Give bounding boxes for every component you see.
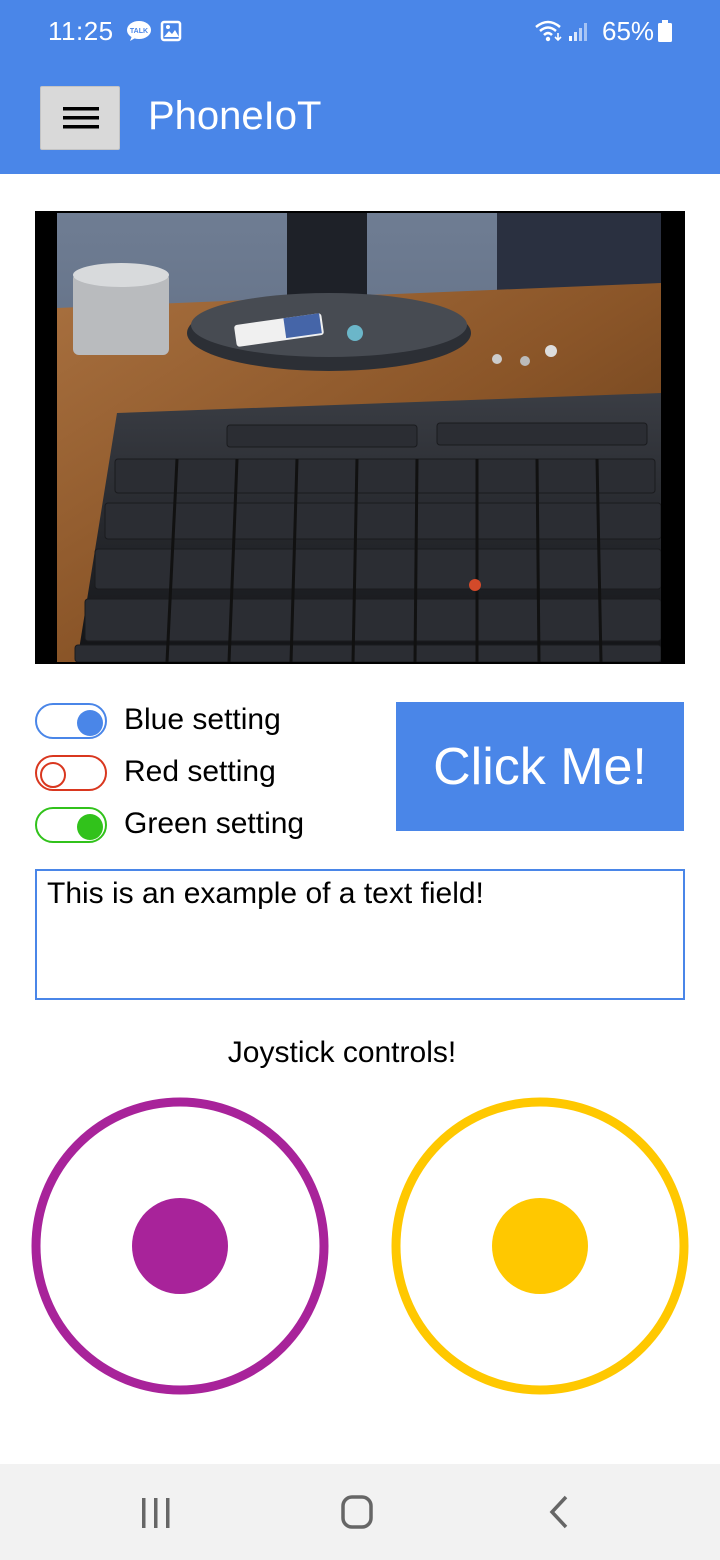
svg-text:TALK: TALK [130, 28, 148, 35]
camera-image [57, 213, 661, 662]
toggle-knob [40, 762, 66, 788]
wifi-icon [535, 20, 562, 42]
toggle-label: Red setting [124, 755, 276, 788]
nav-bar [0, 1464, 720, 1560]
status-time: 11:25 [48, 16, 114, 46]
home-icon[interactable] [327, 1492, 387, 1532]
toggle-blue-setting[interactable]: Blue setting [35, 701, 335, 741]
hamburger-menu-icon [63, 107, 99, 129]
recent-apps-icon[interactable] [126, 1492, 186, 1532]
app-bar: PhoneIoT [0, 64, 720, 174]
text-field[interactable]: This is an example of a text field! [35, 869, 685, 1000]
toggle-label: Blue setting [124, 703, 281, 736]
status-bar: 11:25 TALK 65% [0, 0, 720, 64]
toggle-red-setting[interactable]: Red setting [35, 753, 335, 793]
toggle-switch[interactable] [35, 703, 107, 739]
battery-percent: 65% [602, 16, 655, 46]
joystick-caption: Joystick controls! [227, 1036, 457, 1069]
toggle-knob [77, 710, 103, 736]
joystick-left-knob[interactable] [132, 1198, 228, 1294]
toggle-green-setting[interactable]: Green setting [35, 805, 335, 845]
toggle-label: Green setting [124, 807, 305, 840]
joystick-left[interactable] [31, 1097, 329, 1395]
joystick-right[interactable] [391, 1097, 689, 1395]
click-me-button[interactable]: Click Me! [396, 702, 684, 831]
menu-button[interactable] [40, 86, 120, 150]
app-title: PhoneIoT [148, 94, 322, 138]
toggle-switch[interactable] [35, 807, 107, 843]
toggle-knob [77, 814, 103, 840]
camera-feed [35, 211, 685, 664]
joystick-right-knob[interactable] [492, 1198, 588, 1294]
talk-icon: TALK [127, 21, 151, 41]
battery-icon [658, 20, 672, 42]
toggle-switch[interactable] [35, 755, 107, 791]
back-icon[interactable] [530, 1492, 590, 1532]
signal-icon [569, 23, 587, 41]
gallery-icon [160, 20, 182, 42]
